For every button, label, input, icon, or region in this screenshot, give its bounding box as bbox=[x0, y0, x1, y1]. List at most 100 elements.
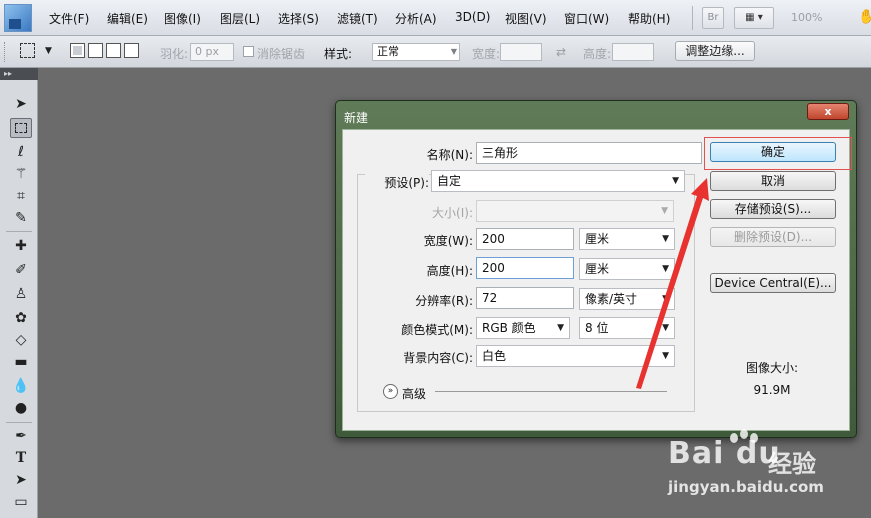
toolbox-header[interactable]: ▸▸ bbox=[0, 68, 38, 80]
style-select[interactable]: 正常 bbox=[372, 43, 460, 61]
paw-icon bbox=[730, 429, 758, 443]
antialias-label: 消除锯齿 bbox=[257, 47, 306, 61]
menu-select[interactable]: 选择(S) bbox=[278, 10, 319, 27]
chevron-down-icon: ▼ bbox=[662, 294, 669, 304]
chevron-down-icon: ▼ bbox=[661, 206, 668, 216]
preset-label: 预设(P): bbox=[365, 174, 429, 191]
type-tool-icon[interactable]: T bbox=[10, 448, 32, 468]
chevron-down-icon: ▼ bbox=[672, 176, 679, 186]
healing-brush-tool-icon[interactable]: ✚ bbox=[10, 236, 32, 256]
clone-stamp-tool-icon[interactable]: ♙ bbox=[10, 284, 32, 304]
menu-bar: 文件(F) 编辑(E) 图像(I) 图层(L) 选择(S) 滤镜(T) 分析(A… bbox=[0, 0, 871, 36]
name-input[interactable]: 三角形 bbox=[476, 142, 702, 164]
subtract-selection-icon[interactable] bbox=[106, 43, 121, 58]
watermark-url: jingyan.baidu.com bbox=[668, 478, 824, 496]
marquee-preset-icon[interactable] bbox=[20, 43, 35, 58]
height-input[interactable]: 200 bbox=[476, 257, 574, 279]
menu-3d[interactable]: 3D(D) bbox=[455, 10, 490, 24]
dialog-body: 名称(N): 三角形 预设(P): 自定 ▼ 大小(I): ▼ 宽度(W): 20… bbox=[342, 129, 850, 431]
screen-mode-button[interactable]: ▦ ▾ bbox=[734, 7, 774, 29]
new-selection-icon[interactable] bbox=[70, 43, 85, 58]
chevron-down-icon: ▼ bbox=[662, 323, 669, 333]
bit-depth-select[interactable]: 8 位 ▼ bbox=[579, 317, 675, 339]
options-grip[interactable] bbox=[4, 42, 7, 62]
preset-select[interactable]: 自定 ▼ bbox=[431, 170, 685, 192]
size-select[interactable]: ▼ bbox=[476, 200, 674, 222]
height-input[interactable] bbox=[612, 43, 654, 61]
device-central-button[interactable]: Device Central(E)... bbox=[710, 273, 836, 293]
lasso-tool-icon[interactable]: ℓ bbox=[10, 142, 32, 162]
path-selection-tool-icon[interactable]: ➤ bbox=[10, 470, 32, 490]
advanced-expand-icon[interactable]: » bbox=[383, 384, 398, 399]
magic-wand-tool-icon[interactable]: ⚚ bbox=[10, 164, 32, 184]
menu-view[interactable]: 视图(V) bbox=[505, 10, 547, 27]
chevron-down-icon: ▼ bbox=[557, 323, 564, 333]
photoshop-logo-icon[interactable] bbox=[4, 4, 32, 32]
toolbox-divider bbox=[6, 422, 32, 423]
menubar-divider bbox=[692, 6, 693, 30]
cancel-button[interactable]: 取消 bbox=[710, 171, 836, 191]
menu-image[interactable]: 图像(I) bbox=[164, 10, 201, 27]
history-brush-tool-icon[interactable]: ✿ bbox=[10, 308, 32, 328]
pen-tool-icon[interactable]: ✒ bbox=[10, 426, 32, 446]
resolution-unit-select[interactable]: 像素/英寸 ▼ bbox=[579, 288, 675, 310]
move-tool-icon[interactable]: ➤ bbox=[10, 94, 32, 114]
width-unit-select[interactable]: 厘米 ▼ bbox=[579, 228, 675, 250]
width-label: 宽度(W): bbox=[423, 234, 473, 248]
eyedropper-tool-icon[interactable]: ✎ bbox=[10, 208, 32, 228]
background-select[interactable]: 白色 ▼ bbox=[476, 345, 675, 367]
height-label: 高度(H): bbox=[426, 264, 473, 278]
toolbox: ▸▸ ➤ ℓ ⚚ ⌗ ✎ ✚ ✐ ♙ ✿ ◇ ▬ 💧 ● ✒ T ➤ ▭ bbox=[0, 68, 38, 518]
feather-input[interactable]: 0 px bbox=[190, 43, 234, 61]
width-input[interactable] bbox=[500, 43, 542, 61]
zoom-level[interactable]: 100% bbox=[791, 11, 822, 24]
height-unit-select[interactable]: 厘米 ▼ bbox=[579, 258, 675, 280]
menu-edit[interactable]: 编辑(E) bbox=[107, 10, 148, 27]
menu-window[interactable]: 窗口(W) bbox=[564, 10, 609, 27]
rect-marquee-tool-icon[interactable] bbox=[10, 118, 32, 138]
intersect-selection-icon[interactable] bbox=[124, 43, 139, 58]
gradient-tool-icon[interactable]: ▬ bbox=[10, 352, 32, 372]
baidu-logo: Bai du bbox=[668, 436, 781, 471]
eraser-tool-icon[interactable]: ◇ bbox=[10, 330, 32, 350]
add-selection-icon[interactable] bbox=[88, 43, 103, 58]
advanced-divider bbox=[435, 391, 667, 392]
refine-edge-button[interactable]: 调整边缘... bbox=[675, 41, 755, 61]
blur-tool-icon[interactable]: 💧 bbox=[10, 376, 32, 396]
brush-tool-icon[interactable]: ✐ bbox=[10, 260, 32, 280]
menu-layer[interactable]: 图层(L) bbox=[220, 10, 260, 27]
antialias-checkbox[interactable] bbox=[243, 46, 254, 57]
menu-analysis[interactable]: 分析(A) bbox=[395, 10, 437, 27]
background-value: 白色 bbox=[482, 349, 507, 363]
menu-help[interactable]: 帮助(H) bbox=[628, 10, 670, 27]
width-input[interactable]: 200 bbox=[476, 228, 574, 250]
options-bar: ▼ 羽化: 0 px 消除锯齿 样式: 正常 宽度: ⇄ 高度: 调整边缘... bbox=[0, 36, 871, 68]
crop-tool-icon[interactable]: ⌗ bbox=[10, 186, 32, 206]
chevron-down-icon: ▼ bbox=[662, 351, 669, 361]
swap-icon[interactable]: ⇄ bbox=[556, 45, 566, 59]
bridge-button[interactable]: Br bbox=[702, 7, 724, 29]
chevron-down-icon: ▼ bbox=[662, 264, 669, 274]
hand-icon[interactable]: ✋ bbox=[858, 9, 871, 27]
style-label: 样式: bbox=[324, 47, 353, 61]
resolution-input[interactable]: 72 bbox=[476, 287, 574, 309]
height-unit-value: 厘米 bbox=[585, 262, 610, 276]
shape-tool-icon[interactable]: ▭ bbox=[10, 492, 32, 512]
save-preset-button[interactable]: 存储预设(S)... bbox=[710, 199, 836, 219]
close-button[interactable]: x bbox=[807, 103, 849, 120]
bit-depth-value: 8 位 bbox=[585, 321, 609, 335]
width-label: 宽度: bbox=[472, 47, 501, 61]
chevron-down-icon[interactable]: ▼ bbox=[45, 46, 52, 56]
menu-file[interactable]: 文件(F) bbox=[49, 10, 89, 27]
background-label: 背景内容(C): bbox=[403, 351, 473, 365]
menu-filter[interactable]: 滤镜(T) bbox=[337, 10, 378, 27]
advanced-label: 高级 bbox=[402, 387, 427, 401]
annotation-highlight-box bbox=[704, 137, 852, 170]
toolbox-divider bbox=[6, 231, 32, 232]
dodge-tool-icon[interactable]: ● bbox=[10, 398, 32, 418]
height-label: 高度: bbox=[583, 47, 612, 61]
feather-label: 羽化: bbox=[160, 47, 189, 61]
delete-preset-button[interactable]: 删除预设(D)... bbox=[710, 227, 836, 247]
color-mode-select[interactable]: RGB 颜色 ▼ bbox=[476, 317, 570, 339]
preset-value: 自定 bbox=[437, 174, 462, 188]
